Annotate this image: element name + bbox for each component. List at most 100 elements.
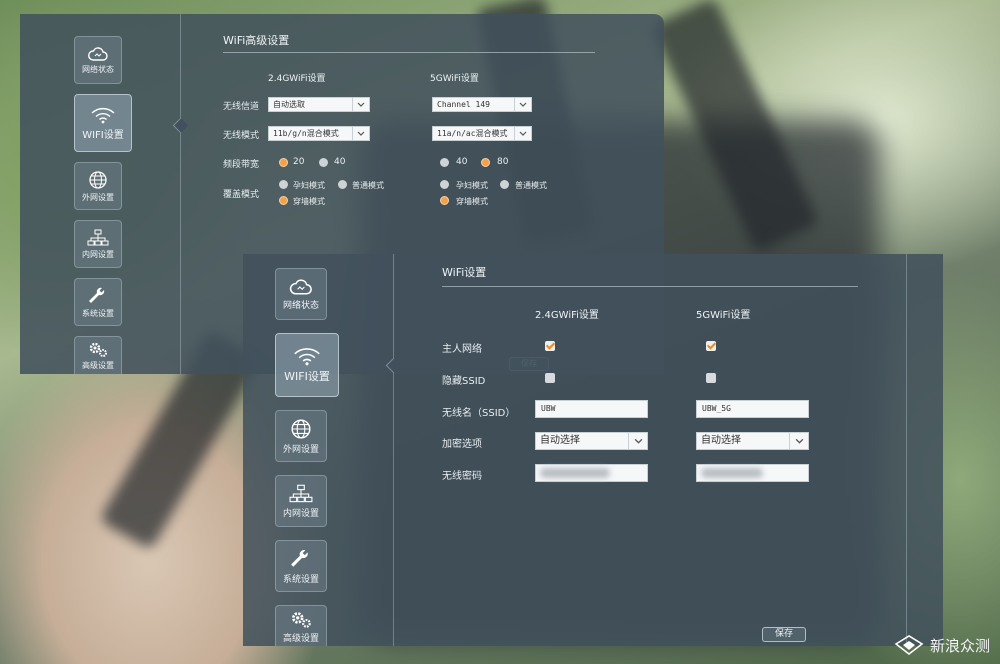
title-divider <box>223 52 595 53</box>
chevron-down-icon <box>352 98 369 111</box>
watermark: 新浪众测 <box>894 634 990 656</box>
coverage-24g-normal-radio[interactable] <box>338 180 347 189</box>
sidebar-item-wan[interactable]: 外网设置 <box>74 162 122 210</box>
ssid-input-5g[interactable]: UBW_5G <box>696 400 809 418</box>
sidebar-item-label: 内网设置 <box>82 249 114 259</box>
chevron-down-icon <box>789 433 808 449</box>
network-icon <box>289 484 313 502</box>
sidebar-item-wan[interactable]: 外网设置 <box>275 410 327 462</box>
coverage-5g-wall-radio[interactable] <box>440 196 449 205</box>
coverage-5g-normal-label: 普通模式 <box>515 181 547 190</box>
right-divider <box>906 254 907 646</box>
redacted-password <box>701 468 763 478</box>
sidebar-item-advanced[interactable]: 高级设置 <box>74 336 122 374</box>
chevron-down-icon <box>514 98 531 111</box>
mode-value-5g: 11a/n/ac混合模式 <box>437 129 508 138</box>
coverage-5g-wall-label: 穿墙模式 <box>456 197 488 206</box>
wifi-icon <box>294 348 320 366</box>
cloud-icon <box>88 46 108 61</box>
sidebar-item-label: 高级设置 <box>82 361 114 370</box>
column-header-24g: 2.4GWiFi设置 <box>535 310 599 321</box>
ssid-input-24g[interactable]: UBW <box>535 400 648 418</box>
bandwidth-24g-20-label: 20 <box>293 157 305 167</box>
coverage-24g-wall-label: 穿墙模式 <box>293 197 325 206</box>
wrench-icon <box>291 549 308 567</box>
encryption-label: 加密选项 <box>442 439 482 450</box>
channel-label: 无线信道 <box>223 102 260 112</box>
bandwidth-5g-80-radio[interactable] <box>481 158 490 167</box>
watermark-text: 新浪众测 <box>929 636 990 655</box>
wifi-settings-panel: 网络状态 WIFI设置 外网设置 内网设置 系统设置 高级设置 WiFi设置 2… <box>243 254 943 646</box>
page-title: WiFi设置 <box>442 266 487 279</box>
sidebar-item-label: WIFI设置 <box>82 129 124 141</box>
sidebar-item-advanced[interactable]: 高级设置 <box>275 605 327 646</box>
wrench-icon <box>89 287 105 303</box>
bandwidth-5g-40-radio[interactable] <box>440 158 449 167</box>
sidebar-item-system[interactable]: 系统设置 <box>74 278 122 326</box>
sidebar-item-network-status[interactable]: 网络状态 <box>275 268 327 320</box>
bandwidth-5g-40-label: 40 <box>456 157 468 167</box>
coverage-5g-normal-radio[interactable] <box>500 180 509 189</box>
chevron-down-icon <box>628 433 647 449</box>
bandwidth-24g-40-radio[interactable] <box>319 158 328 167</box>
ssid-label: 无线名（SSID） <box>442 408 516 419</box>
chevron-down-icon <box>514 127 531 140</box>
encryption-value-5g: 自动选择 <box>701 435 741 446</box>
channel-select-24g[interactable]: 自动选取 <box>268 97 370 112</box>
main-network-checkbox-5g[interactable] <box>706 341 716 351</box>
page-title: WiFi高级设置 <box>223 34 290 47</box>
sidebar-item-lan[interactable]: 内网设置 <box>74 220 122 268</box>
sidebar-item-label: 外网设置 <box>82 192 114 202</box>
sidebar-item-wifi[interactable]: WIFI设置 <box>275 333 339 397</box>
sidebar-item-wifi[interactable]: WIFI设置 <box>74 94 132 152</box>
bandwidth-label: 频段带宽 <box>223 160 260 170</box>
hide-ssid-checkbox-5g[interactable] <box>706 373 716 383</box>
wifi-icon <box>91 107 115 123</box>
bandwidth-24g-20-radio[interactable] <box>279 158 288 167</box>
password-input-24g[interactable] <box>535 464 648 482</box>
redacted-password <box>540 468 610 478</box>
coverage-24g-normal-label: 普通模式 <box>352 181 384 190</box>
column-header-24g: 2.4GWiFi设置 <box>268 74 326 84</box>
coverage-24g-pregnant-radio[interactable] <box>279 180 288 189</box>
sidebar-item-label: 系统设置 <box>282 574 319 585</box>
sidebar-item-label: 网络状态 <box>82 64 114 74</box>
globe-icon <box>89 170 107 189</box>
sidebar: 网络状态 WIFI设置 外网设置 内网设置 系统设置 高级设置 <box>243 254 394 646</box>
sidebar-item-label: 系统设置 <box>82 308 114 318</box>
coverage-5g-pregnant-label: 孕妇模式 <box>456 181 488 190</box>
coverage-24g-wall-radio[interactable] <box>279 196 288 205</box>
network-icon <box>87 229 109 245</box>
encryption-select-24g[interactable]: 自动选择 <box>535 432 648 450</box>
cloud-icon <box>289 278 312 295</box>
channel-select-5g[interactable]: Channel 149 <box>432 97 532 112</box>
bandwidth-5g-80-label: 80 <box>497 157 509 167</box>
main-network-label: 主人网络 <box>442 344 482 355</box>
coverage-5g-pregnant-radio[interactable] <box>440 180 449 189</box>
sidebar-item-label: 外网设置 <box>282 444 319 455</box>
main-network-checkbox-24g[interactable] <box>545 341 555 351</box>
sidebar-item-system[interactable]: 系统设置 <box>275 540 327 592</box>
title-divider <box>442 286 858 287</box>
sidebar-item-label: 高级设置 <box>282 633 319 644</box>
coverage-24g-pregnant-label: 孕妇模式 <box>293 181 325 190</box>
coverage-label: 覆盖模式 <box>223 190 260 200</box>
mode-label: 无线模式 <box>223 131 260 141</box>
column-header-5g: 5GWiFi设置 <box>430 74 479 84</box>
bandwidth-24g-40-label: 40 <box>334 157 346 167</box>
sidebar-item-label: 网络状态 <box>282 300 319 311</box>
channel-value-5g: Channel 149 <box>437 100 490 109</box>
password-label: 无线密码 <box>442 471 482 482</box>
mode-select-24g[interactable]: 11b/g/n混合模式 <box>268 126 370 141</box>
sidebar-item-lan[interactable]: 内网设置 <box>275 475 327 527</box>
sidebar-item-network-status[interactable]: 网络状态 <box>74 36 122 84</box>
mode-select-5g[interactable]: 11a/n/ac混合模式 <box>432 126 532 141</box>
hide-ssid-checkbox-24g[interactable] <box>545 373 555 383</box>
encryption-select-5g[interactable]: 自动选择 <box>696 432 809 450</box>
hide-ssid-label: 隐藏SSID <box>442 376 486 387</box>
sidebar: 网络状态 WIFI设置 外网设置 内网设置 系统设置 高级设置 <box>20 14 181 374</box>
channel-value-24g: 自动选取 <box>273 100 305 109</box>
globe-icon <box>291 418 311 439</box>
save-button[interactable]: 保存 <box>762 627 806 642</box>
password-input-5g[interactable] <box>696 464 809 482</box>
